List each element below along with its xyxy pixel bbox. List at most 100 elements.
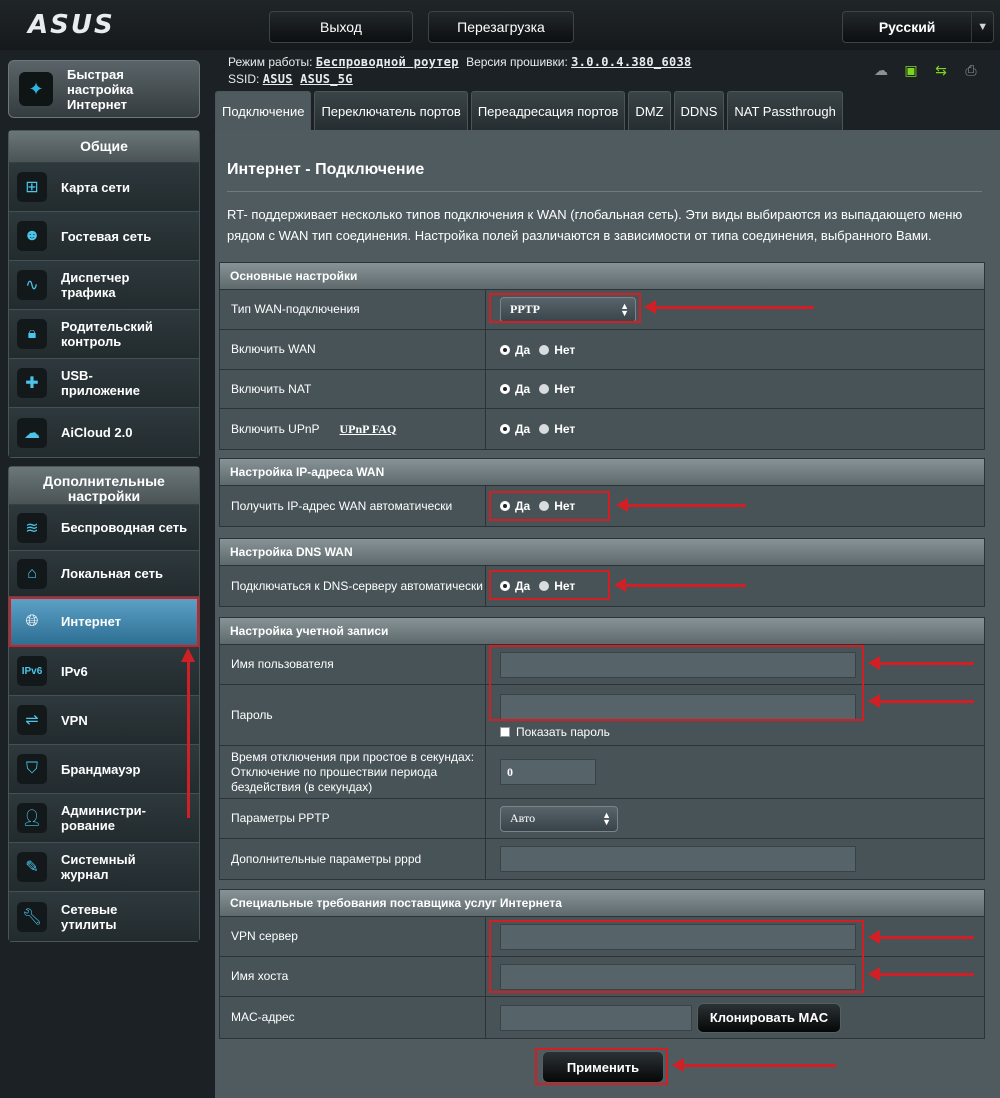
sidebar-item-label: VPN (61, 712, 88, 728)
magic-wand-icon: ✦ (19, 72, 53, 106)
annotation-box-credentials (489, 645, 864, 721)
annotation-box-auto-ip (489, 491, 610, 521)
status-icons: ☁ ▣ ⇆ ⎙ (870, 62, 982, 79)
sidebar-item-label: Диспетчер трафика (61, 270, 130, 300)
sidebar-item-label: IPv6 (61, 663, 88, 679)
sidebar-item-internet[interactable]: 🌐︎ Интернет (9, 597, 199, 647)
usb-icon[interactable]: ⇆ (930, 62, 952, 79)
clone-mac-button[interactable]: Клонировать MAC (697, 1002, 841, 1033)
pptp-options-label: Параметры PPTP (220, 799, 486, 838)
sidebar-item-guest-network[interactable]: ☻ Гостевая сеть (9, 212, 199, 261)
auto-ip-label: Получить IP-адрес WAN автоматически (220, 486, 486, 526)
basic-settings-section: Основные настройки Тип WAN-подключения P… (219, 262, 985, 450)
globe-icon: 🌐︎ (25, 612, 39, 630)
wrench-icon: 🔧︎ (17, 901, 47, 932)
tab-dmz[interactable]: DMZ (628, 91, 671, 130)
idle-timeout-label: Время отключения при простое в секундах:… (220, 746, 486, 798)
asus-logo: ASUS (28, 10, 115, 40)
ssid-1: ASUS (262, 72, 293, 86)
log-icon: ✎ (17, 852, 47, 882)
show-password-checkbox[interactable] (500, 726, 510, 737)
quick-setup-button[interactable]: ✦ Быстрая настройка Интернет (8, 60, 200, 118)
tab-port-trigger[interactable]: Переключатель портов (314, 91, 468, 130)
idle-timeout-input[interactable]: 0 (500, 759, 596, 785)
radio-label: Нет (554, 342, 576, 357)
annotation-box-isp (489, 920, 864, 993)
mac-row: MAC-адрес Клонировать MAC (220, 997, 984, 1038)
enable-upnp-label: Включить UPnP (231, 421, 320, 436)
sidebar-item-label: Сетевые утилиты (61, 901, 118, 932)
pptp-options-value: Авто (510, 811, 536, 825)
tab-nat-passthrough[interactable]: NAT Passthrough (727, 91, 843, 130)
network-map-icon: ⊞ (17, 172, 47, 202)
logout-button[interactable]: Выход (269, 11, 413, 43)
annotation-box-apply (535, 1048, 668, 1085)
sidebar-item-wireless[interactable]: ≋ Беспроводная сеть (9, 505, 199, 551)
annotation-arrow (644, 300, 814, 314)
enable-upnp-no-radio[interactable]: Нет (539, 422, 575, 436)
annotation-arrow (868, 967, 974, 981)
mode-link[interactable]: Беспроводной роутер (316, 55, 459, 69)
enable-nat-label: Включить NAT (220, 370, 486, 408)
quick-setup-label: Быстрая настройка Интернет (67, 66, 134, 112)
username-label: Имя пользователя (220, 645, 486, 684)
chevron-down-icon: ▼ (971, 12, 993, 42)
annotation-arrow (868, 656, 974, 670)
sidebar-item-firewall[interactable]: ⛉ Брандмауэр (9, 745, 199, 794)
sidebar-item-lan[interactable]: ⌂ Локальная сеть (9, 551, 199, 597)
language-select[interactable]: Русский ▼ (842, 11, 994, 43)
sidebar-item-traffic-manager[interactable]: ∿ Диспетчер трафика (9, 261, 199, 310)
ipv6-icon: IPv6 (17, 656, 47, 686)
radio-label: Нет (554, 422, 576, 436)
annotation-box-auto-dns (489, 570, 610, 600)
pptp-options-select[interactable]: Авто ▲ ▼ (500, 805, 618, 832)
sidebar-item-usb-app[interactable]: ✚ USB-приложение (9, 359, 199, 408)
sidebar-item-ipv6[interactable]: IPv6 IPv6 (9, 647, 199, 696)
sidebar-item-network-tools[interactable]: 🔧︎ Сетевые утилиты (9, 892, 199, 941)
annotation-arrow (616, 498, 746, 512)
sidebar-item-label: Карта сети (61, 179, 130, 195)
firmware-link[interactable]: 3.0.0.4.380_6038 (571, 55, 691, 69)
enable-wan-yes-radio[interactable]: Да (500, 343, 530, 357)
sidebar-item-system-log[interactable]: ✎ Системный журнал (9, 843, 199, 892)
section-header: Основные настройки (220, 263, 984, 290)
enable-upnp-row: Включить UPnP UPnP FAQ Да Нет (220, 409, 984, 449)
sidebar-item-label: Родительский контроль (61, 319, 153, 349)
mac-input[interactable] (500, 1004, 692, 1031)
reboot-button[interactable]: Перезагрузка (428, 11, 574, 43)
tab-bar: Подключение Переключатель портов Переадр… (215, 91, 843, 131)
sidebar-item-aicloud[interactable]: ☁ AiCloud 2.0 (9, 408, 199, 457)
sidebar-item-administration[interactable]: 👤︎ Администри-рование (9, 794, 199, 843)
upnp-faq-link[interactable]: UPnP FAQ (340, 422, 397, 437)
radio-label: Нет (554, 382, 576, 396)
enable-wan-row: Включить WAN Да Нет (220, 330, 984, 370)
internet-status-icon[interactable]: ☁ (870, 62, 892, 79)
page-description: RT- поддерживает несколько типов подключ… (227, 207, 963, 243)
radio-dot (539, 344, 550, 355)
tab-ddns[interactable]: DDNS (673, 91, 725, 130)
pppd-input[interactable] (500, 846, 856, 872)
mode-label: Режим работы: (228, 55, 313, 69)
enable-wan-no-radio[interactable]: Нет (539, 343, 575, 357)
home-icon: ⌂ (17, 558, 47, 589)
tab-connection[interactable]: Подключение (215, 91, 312, 131)
tab-port-forwarding[interactable]: Переадресация портов (470, 91, 626, 130)
sidebar-item-parental-control[interactable]: 🔒︎ Родительский контроль (9, 310, 199, 359)
annotation-arrow (868, 694, 974, 708)
language-value: Русский (878, 19, 936, 35)
enable-upnp-yes-radio[interactable]: Да (500, 422, 530, 436)
wifi-icon: ≋ (17, 512, 47, 543)
show-password-label: Показать пароль (516, 724, 610, 739)
radio-dot (500, 424, 510, 434)
sidebar-item-vpn[interactable]: ⇌ VPN (9, 696, 199, 745)
sidebar-item-network-map[interactable]: ⊞ Карта сети (9, 163, 199, 212)
radio-dot (539, 424, 550, 434)
radio-dot (500, 344, 510, 355)
router-status-icon[interactable]: ▣ (900, 62, 922, 79)
enable-nat-no-radio[interactable]: Нет (539, 382, 575, 396)
printer-icon[interactable]: ⎙ (960, 62, 982, 79)
lock-icon: 🔒︎ (17, 319, 47, 349)
wan-type-label: Тип WAN-подключения (220, 290, 486, 329)
enable-nat-yes-radio[interactable]: Да (500, 382, 530, 396)
sidebar-item-label: USB-приложение (61, 368, 140, 398)
